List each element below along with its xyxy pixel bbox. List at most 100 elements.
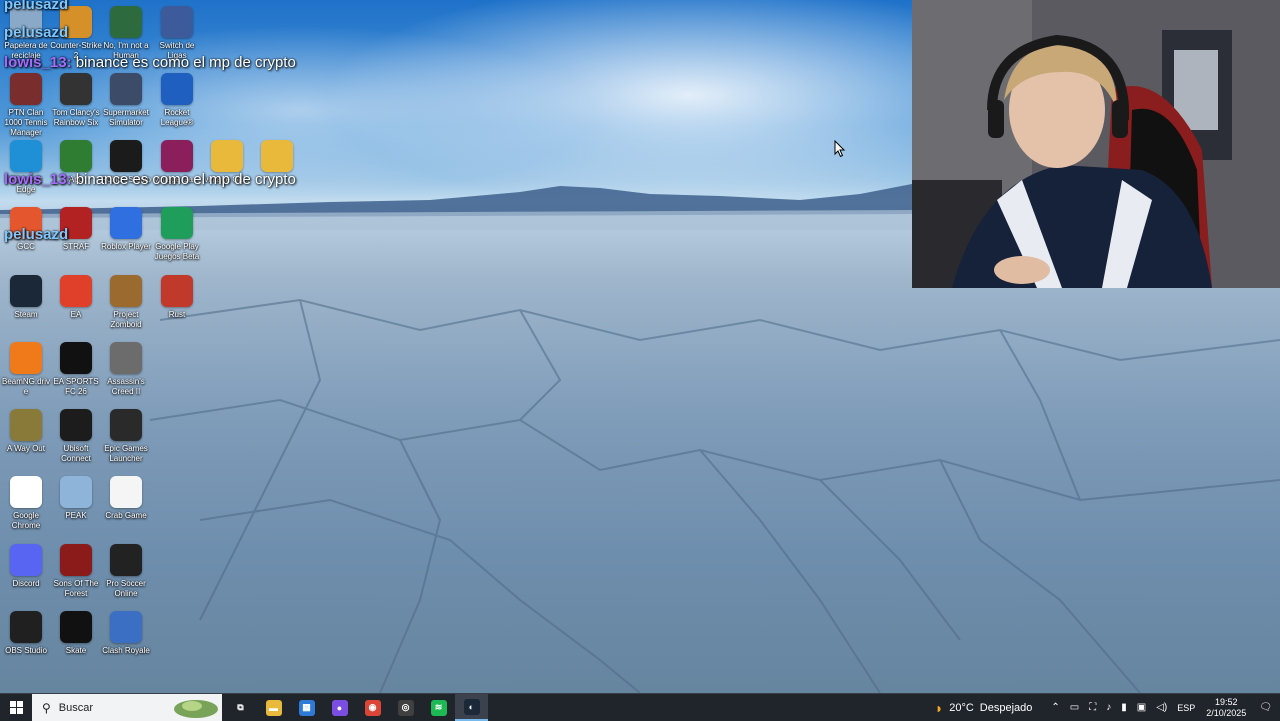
show-hidden-icons-icon[interactable]: ⌃ xyxy=(1051,702,1059,713)
desktop-shortcut[interactable]: Roblox Player xyxy=(100,207,152,252)
desktop-shortcut-label: Crab Game xyxy=(105,511,147,520)
weather-widget[interactable]: ◗ 20°C Despejado xyxy=(935,700,1033,716)
desktop-shortcut[interactable]: PTN Clan 1000 Tennis Manager xyxy=(0,73,52,138)
desktop-shortcut-label: OBS Studio xyxy=(5,646,47,655)
desktop-shortcut[interactable]: Ubisoft Connect xyxy=(50,409,102,464)
system-tray: ◗ 20°C Despejado ⌃ ▭ ⛶ ♪ ▮ ▣ ◁) ESP 19:5… xyxy=(935,694,1280,721)
chat-message: pelusazd xyxy=(4,226,68,243)
taskbar-clock[interactable]: 19:52 2/10/2025 xyxy=(1206,697,1246,719)
chat-username: lowis_13: xyxy=(4,171,72,188)
taskbar-app-button[interactable]: ● xyxy=(323,694,356,721)
desktop-shortcut-label: Google Chrome xyxy=(11,511,41,530)
desktop-shortcut[interactable]: Rust xyxy=(151,275,203,320)
desktop-shortcut[interactable]: EA xyxy=(50,275,102,320)
taskbar-app-button[interactable]: ▬ xyxy=(257,694,290,721)
volume-mute-icon[interactable]: ♪ xyxy=(1106,702,1111,713)
steam-icon: ◐ xyxy=(463,698,480,715)
desktop-shortcut-label: STRAF xyxy=(62,242,90,251)
search-highlight-illustration-icon xyxy=(174,700,218,718)
desktop-shortcut[interactable]: Skate xyxy=(50,611,102,656)
desktop-shortcut[interactable]: Assassin's Creed II xyxy=(100,342,152,397)
supermarket-icon xyxy=(110,73,142,105)
desktop-shortcut[interactable]: Steam xyxy=(0,275,52,320)
chat-username: pelusazd xyxy=(4,24,69,41)
desktop-shortcut-label: Roblox Player xyxy=(101,242,151,251)
chat-message: pelusazd xyxy=(4,0,68,13)
clock-date: 2/10/2025 xyxy=(1206,707,1247,718)
taskbar-app-button[interactable]: ≋ xyxy=(422,694,455,721)
roblox-player-icon xyxy=(110,207,142,239)
taskbar-app-button[interactable]: ◎ xyxy=(389,694,422,721)
microphone-icon[interactable]: ▮ xyxy=(1121,702,1127,713)
display-icon[interactable]: ▣ xyxy=(1137,702,1146,713)
app-icon xyxy=(60,140,92,172)
desktop-shortcut[interactable]: A Way Out xyxy=(0,409,52,454)
obs-icon xyxy=(10,611,42,643)
notifications-icon[interactable]: 🗨 xyxy=(1259,702,1272,713)
desktop-shortcut-label: PTN Clan 1000 Tennis Manager xyxy=(4,108,48,137)
assassins-creed-icon xyxy=(110,342,142,374)
sons-of-the-forest-icon xyxy=(60,544,92,576)
desktop-shortcut[interactable]: Google Chrome xyxy=(0,476,52,531)
weather-temperature: 20°C xyxy=(949,701,974,714)
microsoft-store-icon: ▦ xyxy=(298,699,315,716)
streamer-webcam-image xyxy=(912,0,1280,288)
taskbar-search-box[interactable]: ⚲ Buscar xyxy=(32,694,222,721)
discord-icon xyxy=(10,544,42,576)
spotify-icon: ≋ xyxy=(430,699,447,716)
chat-username: pelusazd xyxy=(4,226,69,243)
chrome-icon: ◉ xyxy=(364,699,381,716)
input-language-indicator[interactable]: ESP xyxy=(1177,703,1195,713)
desktop-shortcut-label: Epic Games Launcher xyxy=(104,444,148,463)
desktop-shortcut[interactable]: Rocket League® xyxy=(151,73,203,128)
desktop-shortcut[interactable]: PEAK xyxy=(50,476,102,521)
desktop-shortcut[interactable]: BeamNG.drive xyxy=(0,342,52,397)
desktop-shortcut[interactable]: Tom Clancy's Rainbow Six xyxy=(50,73,102,128)
taskbar-app-button[interactable]: ◐ xyxy=(455,694,488,721)
desktop-shortcut[interactable]: Crab Game xyxy=(100,476,152,521)
desktop-shortcut[interactable]: Pro Soccer Online xyxy=(100,544,152,599)
desktop-shortcut[interactable]: Epic Games Launcher xyxy=(100,409,152,464)
chat-text: binance es como el mp de crypto xyxy=(75,171,296,188)
peak-icon xyxy=(60,476,92,508)
meet-now-icon[interactable]: ▭ xyxy=(1070,702,1079,713)
desktop-shortcut-label: Discord xyxy=(12,579,40,588)
desktop-shortcut[interactable]: Google Play Juegos Beta xyxy=(151,207,203,262)
chat-message: pelusazd xyxy=(4,24,68,41)
taskbar-app-button[interactable]: ◉ xyxy=(356,694,389,721)
ubisoft-connect-icon xyxy=(60,409,92,441)
chat-username: lowis_13: xyxy=(4,54,72,71)
rainbow-six-icon xyxy=(60,73,92,105)
chat-message: lowis_13: binance es como el mp de crypt… xyxy=(4,171,296,188)
desktop-shortcut[interactable]: Sons Of The Forest xyxy=(50,544,102,599)
clock-time: 19:52 xyxy=(1215,696,1238,707)
desktop-shortcut[interactable]: Discord xyxy=(0,544,52,589)
desktop-shortcut-label: BeamNG.drive xyxy=(1,377,50,396)
desktop-shortcut[interactable]: OBS Studio xyxy=(0,611,52,656)
desktop-shortcut[interactable]: Supermarket Simulator xyxy=(100,73,152,128)
steam-icon xyxy=(10,275,42,307)
desktop-shortcut[interactable]: Project Zomboid xyxy=(100,275,152,330)
desktop-shortcut-label: Skate xyxy=(65,646,87,655)
desktop-shortcut[interactable]: No, I'm not a Human xyxy=(100,6,152,61)
desktop-shortcut-label: EA SPORTS FC 26 xyxy=(53,377,99,396)
taskbar-app-button[interactable]: ⧉ xyxy=(224,694,257,721)
volume-icon[interactable]: ◁) xyxy=(1156,702,1167,713)
ptn-icon xyxy=(10,73,42,105)
chat-username: pelusazd xyxy=(4,0,69,13)
obs-icon: ◎ xyxy=(397,699,414,716)
desktop-shortcut[interactable]: EA SPORTS FC 26 xyxy=(50,342,102,397)
beamng-icon xyxy=(10,342,42,374)
desktop-shortcut[interactable] xyxy=(251,140,303,175)
folder-icon xyxy=(261,140,293,172)
chrome-icon xyxy=(10,476,42,508)
start-button[interactable] xyxy=(0,694,32,721)
desktop-shortcut[interactable]: Clash Royale xyxy=(100,611,152,656)
taskbar-pinned-apps: ⧉ ▬ ▦ ● ◉ ◎ ≋ ◐ xyxy=(224,694,488,721)
desktop-shortcut[interactable]: Switch de Ligas xyxy=(151,6,203,61)
desktop-shortcut-label: Sons Of The Forest xyxy=(53,579,99,598)
desktop-shortcut-label: Rust xyxy=(168,310,186,319)
taskbar-app-button[interactable]: ▦ xyxy=(290,694,323,721)
network-icon[interactable]: ⛶ xyxy=(1089,702,1096,713)
crab-game-icon xyxy=(110,476,142,508)
